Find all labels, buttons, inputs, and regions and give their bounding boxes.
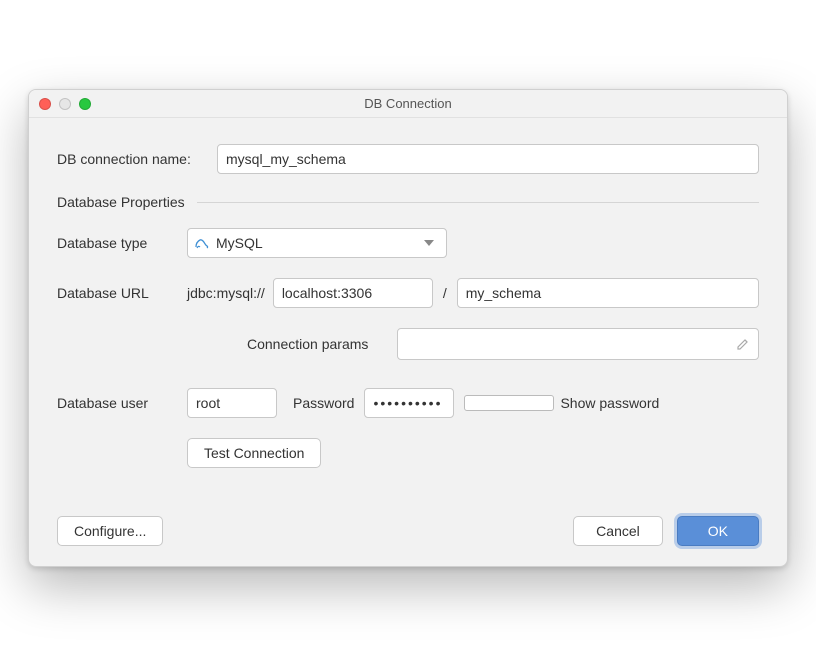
show-password-label: Show password xyxy=(560,395,659,411)
schema-input[interactable] xyxy=(457,278,759,308)
configure-button[interactable]: Configure... xyxy=(57,516,163,546)
close-window-button[interactable] xyxy=(39,98,51,110)
window-title: DB Connection xyxy=(39,96,777,111)
conn-name-input[interactable] xyxy=(217,144,759,174)
db-type-select[interactable]: MySQL xyxy=(187,228,447,258)
params-label: Connection params xyxy=(247,336,397,352)
maximize-window-button[interactable] xyxy=(79,98,91,110)
titlebar: DB Connection xyxy=(29,90,787,118)
url-separator: / xyxy=(441,285,449,301)
conn-name-label: DB connection name: xyxy=(57,151,217,167)
jdbc-prefix: jdbc:mysql:// xyxy=(187,285,265,301)
user-label: Database user xyxy=(57,395,187,411)
user-input[interactable] xyxy=(187,388,277,418)
edit-icon xyxy=(736,337,750,351)
chevron-down-icon xyxy=(424,240,434,246)
window-controls xyxy=(39,98,91,110)
minimize-window-button[interactable] xyxy=(59,98,71,110)
show-password-checkbox[interactable] xyxy=(464,395,554,411)
mysql-icon xyxy=(194,235,210,251)
section-header: Database Properties xyxy=(57,194,759,210)
host-input[interactable] xyxy=(273,278,433,308)
cancel-button[interactable]: Cancel xyxy=(573,516,663,546)
db-type-label: Database type xyxy=(57,235,187,251)
ok-button[interactable]: OK xyxy=(677,516,759,546)
section-divider xyxy=(197,202,759,203)
db-url-label: Database URL xyxy=(57,285,187,301)
password-label: Password xyxy=(293,395,354,411)
params-field[interactable] xyxy=(397,328,759,360)
section-title: Database Properties xyxy=(57,194,185,210)
test-connection-button[interactable]: Test Connection xyxy=(187,438,321,468)
password-input[interactable] xyxy=(364,388,454,418)
dialog-content: DB connection name: Database Properties … xyxy=(29,118,787,566)
dialog-window: DB Connection DB connection name: Databa… xyxy=(28,89,788,567)
db-type-value: MySQL xyxy=(216,235,263,251)
